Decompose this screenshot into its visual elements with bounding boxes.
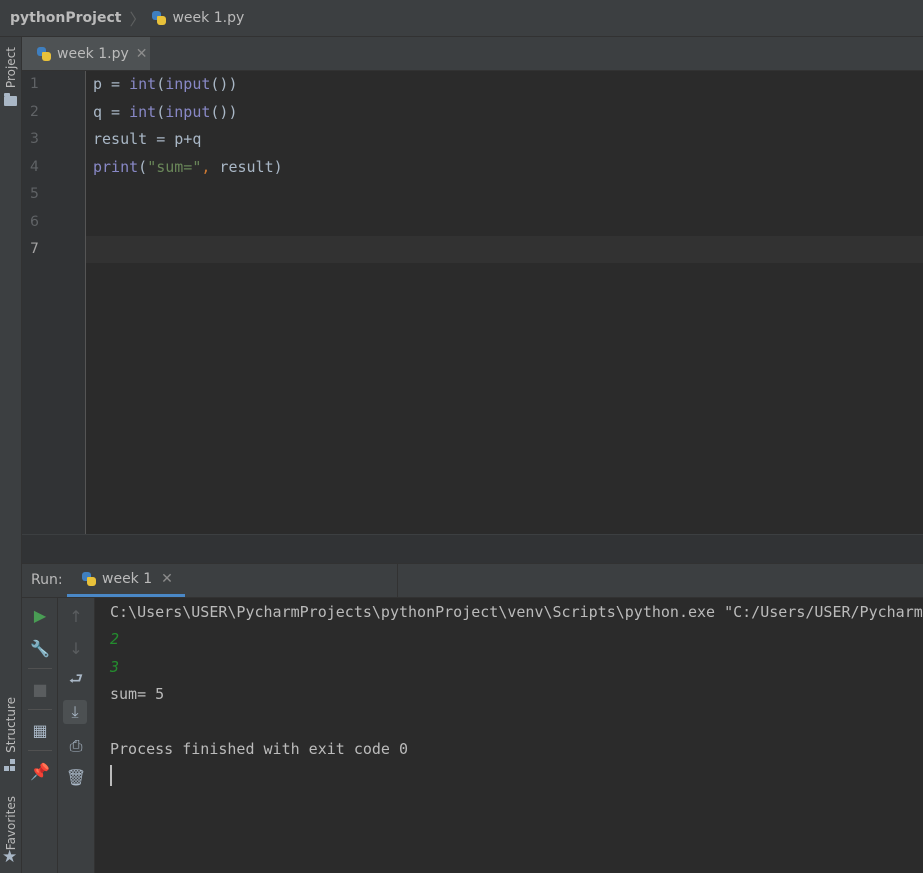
python-run-icon: [81, 571, 97, 587]
editor-tab-label: week 1.py: [57, 45, 129, 62]
code-text: (: [156, 103, 166, 121]
code-line[interactable]: q = int(input()): [93, 103, 238, 121]
scroll-to-end-icon[interactable]: ⤓: [63, 700, 87, 724]
navigation-bar: pythonProject 〉 week 1.py: [0, 0, 923, 37]
arrow-up-icon[interactable]: ↑: [64, 604, 88, 628]
console-command-line: C:\Users\USER\PycharmProjects\pythonProj…: [110, 603, 923, 621]
line-number: 5: [30, 186, 39, 202]
pin-icon[interactable]: 📌: [28, 759, 52, 783]
line-number: 2: [30, 104, 39, 120]
layout-icon[interactable]: ▦: [28, 718, 52, 742]
code-line[interactable]: result = p+q: [93, 130, 201, 148]
structure-tool-button[interactable]: Structure: [4, 697, 18, 753]
folder-icon[interactable]: [4, 93, 17, 106]
code-text: p =: [93, 75, 130, 93]
trash-icon[interactable]: 🗑: [64, 765, 88, 789]
console-output: sum= 5: [110, 685, 165, 703]
code-text: ()): [210, 75, 238, 93]
code-builtin: input: [165, 75, 211, 93]
code-editor[interactable]: 1 2 3 4 5 6 7 p = int(input()) q = int(i…: [22, 71, 923, 534]
breadcrumb-project[interactable]: pythonProject: [10, 10, 121, 26]
code-text: ()): [210, 103, 238, 121]
console-exit-message: Process finished with exit code 0: [110, 740, 409, 758]
console-caret: [110, 765, 112, 786]
line-number: 6: [30, 214, 39, 230]
favorites-tool-button[interactable]: Favorites: [4, 796, 18, 850]
line-number: 3: [30, 131, 39, 147]
soft-wrap-icon[interactable]: ⮐: [64, 669, 88, 693]
current-line-highlight: [86, 236, 923, 263]
code-text: q =: [93, 103, 130, 121]
code-text: result): [210, 158, 283, 176]
divider: [28, 668, 52, 669]
code-text: (: [138, 158, 148, 176]
print-icon[interactable]: ⎙: [64, 734, 88, 758]
run-icon[interactable]: ▶: [28, 603, 52, 627]
console-user-input: 2: [110, 630, 120, 648]
wrench-icon[interactable]: 🔧: [28, 636, 52, 660]
editor-breadcrumb-strip: [22, 534, 923, 563]
divider: [28, 709, 52, 710]
code-line[interactable]: p = int(input()): [93, 75, 238, 93]
breadcrumb-separator-icon: 〉: [129, 10, 146, 29]
stop-icon[interactable]: ■: [28, 677, 52, 701]
breadcrumb-file[interactable]: week 1.py: [151, 10, 244, 26]
breadcrumb-file-label: week 1.py: [172, 10, 245, 26]
run-tab-week1[interactable]: week 1 ✕: [67, 564, 185, 597]
line-number-gutter: 1 2 3 4 5 6 7: [22, 71, 86, 534]
editor-tab-week1[interactable]: week 1.py ✕: [22, 37, 150, 70]
code-builtin: int: [129, 103, 157, 121]
divider: [397, 564, 398, 597]
code-line[interactable]: print("sum=", result): [93, 158, 283, 176]
project-tool-button[interactable]: Project: [4, 47, 18, 88]
editor-tab-bar: week 1.py ✕: [22, 37, 923, 71]
python-file-icon: [36, 46, 52, 62]
arrow-down-icon[interactable]: ↓: [64, 636, 88, 660]
close-icon[interactable]: ✕: [136, 46, 148, 62]
star-icon[interactable]: ★: [2, 849, 17, 866]
run-console[interactable]: C:\Users\USER\PycharmProjects\pythonProj…: [95, 598, 923, 873]
line-number: 4: [30, 159, 39, 175]
code-builtin: int: [129, 75, 157, 93]
left-tool-strip: Project Structure Favorites ★: [0, 37, 22, 873]
console-user-input: 3: [110, 658, 120, 676]
line-number: 1: [30, 76, 39, 92]
structure-icon[interactable]: [4, 759, 16, 771]
line-number-current: 7: [30, 241, 39, 257]
run-panel-header: Run: week 1 ✕: [22, 563, 923, 598]
run-toolbar-secondary: ↑ ↓ ⮐ ⤓ ⎙ 🗑: [58, 598, 95, 873]
close-icon[interactable]: ✕: [161, 571, 173, 587]
code-builtin: input: [165, 103, 211, 121]
run-toolbar-primary: ▶ 🔧 ■ ▦ 📌: [22, 598, 58, 873]
code-builtin: print: [93, 158, 139, 176]
run-tab-label: week 1: [102, 571, 153, 587]
run-panel-label: Run:: [31, 572, 63, 588]
divider: [28, 750, 52, 751]
code-string: "sum=": [147, 158, 202, 176]
code-text: (: [156, 75, 166, 93]
python-file-icon: [151, 10, 167, 26]
